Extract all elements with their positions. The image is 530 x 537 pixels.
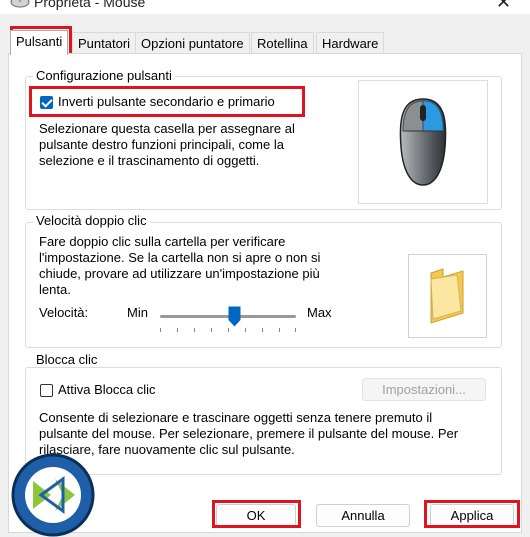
tab-strip: Pulsanti Puntatori Opzioni puntatore Rot… bbox=[8, 30, 524, 55]
click-lock-settings-button[interactable]: Impostazioni... bbox=[362, 378, 486, 401]
click-lock-label[interactable]: Attiva Blocca clic bbox=[58, 382, 156, 398]
tab-opzioni-puntatore[interactable]: Opzioni puntatore bbox=[135, 32, 250, 53]
double-click-desc-line: chiude, provare ad utilizzare un'imposta… bbox=[39, 266, 320, 281]
speed-min-label: Min bbox=[127, 305, 148, 320]
slider-tick bbox=[228, 328, 229, 332]
tab-puntatori[interactable]: Puntatori bbox=[72, 32, 137, 53]
group-legend-button-config: Configurazione pulsanti bbox=[33, 68, 175, 83]
button-config-desc-line: Selezionare questa casella per assegnare… bbox=[39, 121, 295, 136]
click-lock-desc-line: pulsante del mouse. Per selezionare, pre… bbox=[39, 426, 459, 441]
button-config-desc-line: selezione e il trascinamento di oggetti. bbox=[39, 153, 260, 168]
close-icon[interactable]: ✕ bbox=[496, 0, 511, 13]
double-click-desc-line: Fare doppio clic sulla cartella per veri… bbox=[39, 234, 286, 249]
click-lock-desc-line: Consente di selezionare e trascinare ogg… bbox=[39, 410, 433, 425]
mouse-icon bbox=[399, 98, 447, 186]
speed-max-label: Max bbox=[307, 305, 332, 320]
tab-pulsanti[interactable]: Pulsanti bbox=[10, 30, 69, 55]
logo-icon bbox=[11, 453, 95, 537]
double-click-desc-line: l'impostazione. Se la cartella non si ap… bbox=[39, 250, 321, 265]
slider-tick bbox=[160, 328, 161, 332]
slider-tick bbox=[279, 328, 280, 332]
double-click-desc-line: lenta. bbox=[39, 282, 71, 297]
group-legend-double-click: Velocità doppio clic bbox=[33, 213, 150, 228]
folder-icon[interactable] bbox=[409, 255, 486, 337]
tab-rotellina[interactable]: Rotellina bbox=[251, 32, 314, 53]
swap-buttons-label[interactable]: Inverti pulsante secondario e primario bbox=[58, 94, 275, 110]
apply-button[interactable]: Applica bbox=[430, 504, 514, 527]
group-legend-click-lock: Blocca clic bbox=[33, 352, 101, 367]
cancel-button[interactable]: Annulla bbox=[316, 504, 410, 527]
swap-buttons-checkbox[interactable] bbox=[40, 96, 53, 109]
mouse-app-icon bbox=[10, 0, 30, 8]
slider-tick bbox=[295, 328, 296, 332]
test-folder-area[interactable] bbox=[408, 254, 487, 338]
title-bar: Proprietà - Mouse ✕ bbox=[0, 0, 530, 14]
slider-tick bbox=[245, 328, 246, 332]
speed-label: Velocità: bbox=[39, 305, 89, 320]
mouse-preview bbox=[358, 80, 488, 204]
tab-hardware[interactable]: Hardware bbox=[316, 32, 385, 53]
click-lock-checkbox[interactable] bbox=[40, 384, 53, 397]
slider-tick bbox=[262, 328, 263, 332]
button-config-desc-line: pulsante destro funzioni principali, com… bbox=[39, 137, 284, 152]
window-title: Proprietà - Mouse bbox=[34, 0, 146, 10]
slider-tick bbox=[177, 328, 178, 332]
speed-slider-thumb[interactable] bbox=[228, 306, 241, 327]
ok-button[interactable]: OK bbox=[216, 504, 296, 527]
slider-tick bbox=[211, 328, 212, 332]
slider-tick bbox=[194, 328, 195, 332]
